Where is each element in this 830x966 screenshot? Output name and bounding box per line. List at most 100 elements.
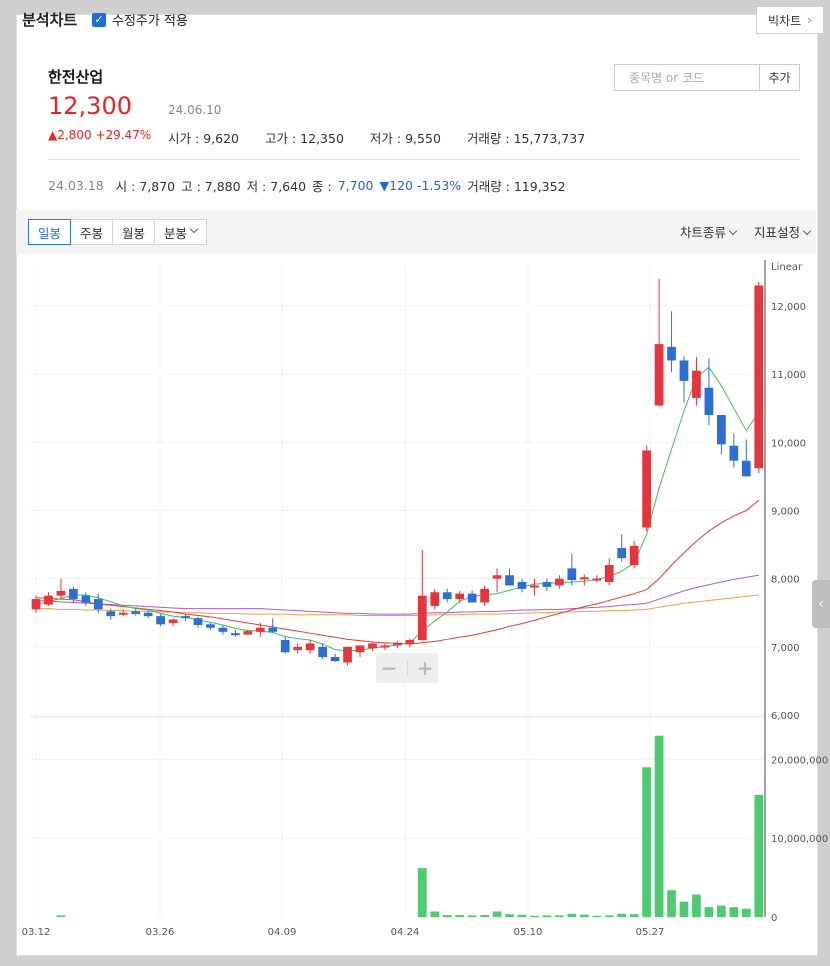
volume-bar [592, 915, 602, 917]
candle-body [417, 595, 427, 640]
candle-body [530, 585, 539, 588]
volume-tick-label: 20,000,000 [771, 755, 828, 766]
zoom-in-button[interactable]: + [417, 656, 434, 680]
price-tick-label: 12,000 [771, 302, 806, 313]
candle-body [430, 592, 440, 606]
volume-bar [617, 913, 627, 917]
candle-body [231, 633, 240, 636]
x-tick-label: 03.12 [22, 927, 51, 938]
volume-bar [604, 915, 614, 917]
candle-body [380, 645, 390, 648]
volume-bar [517, 914, 527, 917]
volume-bar [579, 914, 589, 917]
candle-body [729, 445, 739, 461]
candle-body [754, 285, 764, 469]
candle-body [642, 450, 651, 528]
volume-bar [442, 915, 452, 917]
volume-bar [717, 905, 726, 917]
candle-body [704, 387, 714, 415]
volume-bar [430, 911, 440, 917]
candle-body [318, 646, 327, 658]
price-tick-label: 8,000 [771, 575, 800, 586]
candle-body [143, 612, 153, 617]
candle-body [617, 547, 627, 559]
candle-body [567, 568, 577, 580]
candle-body [106, 611, 116, 617]
candle-body [393, 642, 402, 646]
candle-body [343, 646, 352, 663]
price-tick-label: 11,000 [771, 370, 806, 381]
candle-body [741, 460, 751, 477]
price-tick-label: 10,000 [771, 438, 806, 449]
volume-bar [467, 915, 477, 917]
volume-bar [492, 911, 502, 917]
candle-body [542, 582, 552, 587]
candle-body [355, 645, 365, 653]
x-tick-label: 05.10 [514, 927, 543, 938]
candle-body [293, 646, 303, 651]
candle-body [255, 627, 265, 632]
candle-body [517, 582, 527, 589]
candle-body [579, 577, 589, 580]
candle-body [56, 590, 66, 596]
candle-body [717, 415, 726, 445]
volume-bar [729, 907, 739, 917]
candle-body [81, 595, 91, 603]
candle-body [168, 619, 178, 623]
candle-body [330, 657, 340, 662]
candle-body [280, 640, 290, 653]
candle-body [492, 575, 502, 579]
volume-bar [542, 915, 552, 917]
candle-body [69, 588, 78, 600]
volume-bar [530, 915, 539, 917]
volume-bar [754, 794, 764, 917]
tab-daily[interactable]: 일봉 [28, 219, 72, 245]
volume-bar [567, 913, 577, 917]
candle-body [44, 595, 53, 605]
volume-tick-label: 10,000,000 [771, 834, 828, 845]
candle-body [405, 640, 415, 644]
volume-bar [692, 894, 701, 917]
candle-body [667, 346, 676, 361]
volume-bar [654, 735, 664, 917]
price-tick-label: 9,000 [771, 506, 800, 517]
volume-bar [417, 868, 427, 917]
candle-body [629, 545, 639, 565]
candle-body [555, 578, 564, 586]
chevron-left-icon: ‹ [818, 596, 824, 612]
candle-body [604, 565, 614, 583]
candle-body [181, 616, 190, 619]
candle-body [131, 611, 141, 615]
x-tick-label: 03.26 [146, 927, 175, 938]
scale-label: Linear [771, 262, 803, 273]
price-tick-label: 7,000 [771, 643, 800, 654]
candle-body [93, 599, 103, 610]
volume-bar [642, 767, 651, 917]
candle-body [305, 643, 315, 651]
candle-body [467, 593, 477, 603]
zoom-out-button[interactable]: − [381, 656, 398, 680]
volume-tick-label: 0 [771, 913, 777, 924]
volume-bar [505, 914, 514, 917]
volume-bar [555, 915, 564, 917]
candle-body [592, 578, 602, 581]
volume-bar [629, 914, 639, 917]
stock-chart[interactable]: 12,000 11,000 10,000 9,000 8,000 7,000 6,000 Li… [0, 0, 830, 966]
candle-body [442, 592, 452, 600]
side-panel-toggle[interactable]: ‹ [812, 580, 830, 628]
x-tick-label: 04.09 [268, 927, 297, 938]
candle-body [218, 627, 228, 632]
volume-bar [56, 915, 66, 917]
price-tick-label: 6,000 [771, 711, 800, 722]
volume-bar [455, 915, 465, 917]
candle-body [206, 624, 215, 628]
candle-body [193, 618, 203, 625]
candle-body [118, 612, 128, 615]
candle-body [243, 631, 253, 635]
volume-bar [679, 901, 689, 917]
candle-body [31, 599, 41, 610]
candle-body [156, 616, 165, 625]
candle-body [480, 588, 489, 603]
volume-bar [704, 907, 714, 917]
candle-body [455, 593, 465, 600]
